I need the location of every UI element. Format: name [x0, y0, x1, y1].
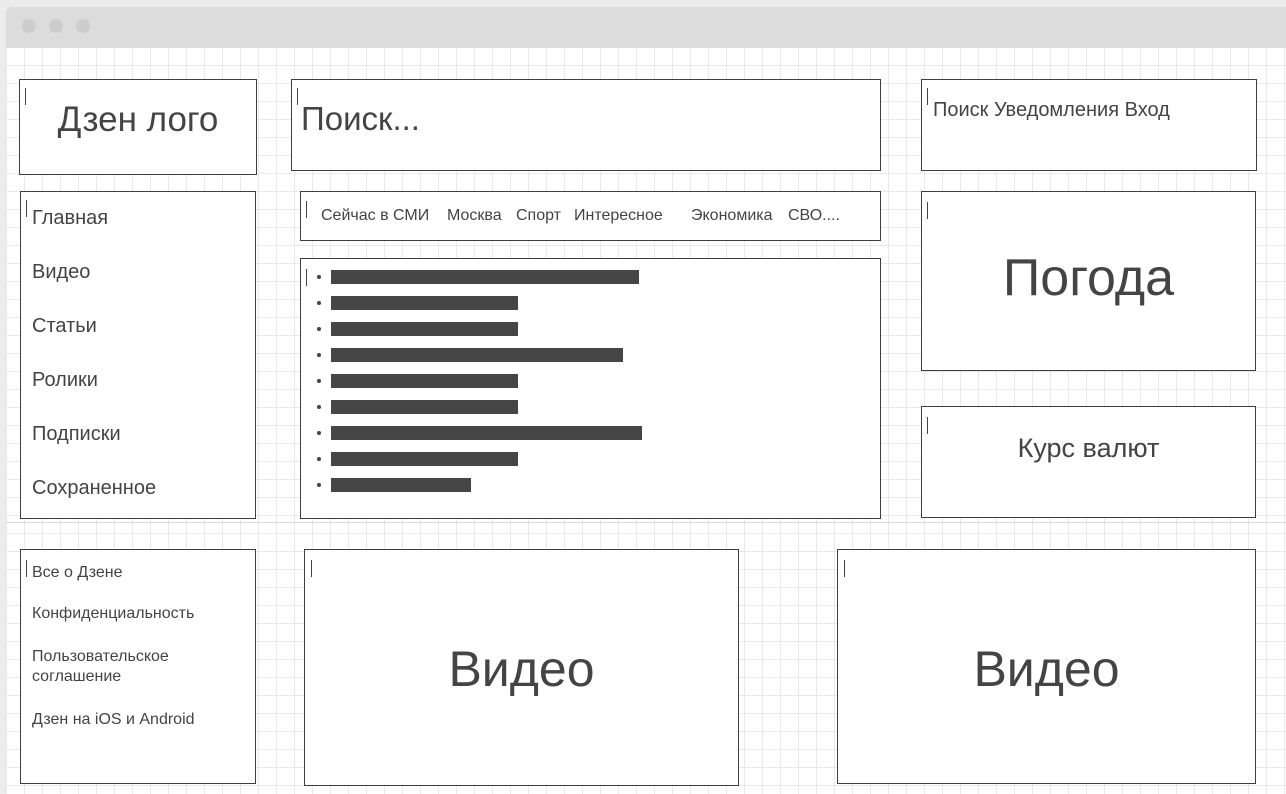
news-item-placeholder[interactable] [331, 452, 518, 466]
news-item-placeholder[interactable] [331, 296, 518, 310]
weather-widget[interactable]: Погода [921, 191, 1256, 371]
sidebar-item-video[interactable]: Видео [32, 261, 90, 284]
video-label: Видео [448, 641, 595, 697]
logo-text: Дзен лого [57, 100, 219, 139]
news-item-placeholder[interactable] [331, 322, 518, 336]
sidebar-item-saved[interactable]: Сохраненное [32, 477, 156, 500]
bullet-icon [317, 353, 321, 357]
weather-label: Погода [1002, 249, 1175, 307]
footer-links: Все о Дзене Конфиденциальность Пользоват… [20, 549, 256, 784]
sidebar-item-home[interactable]: Главная [32, 207, 108, 230]
tab-svo[interactable]: СВО.... [788, 207, 840, 225]
window-close-dot[interactable] [22, 19, 36, 33]
tab-economy[interactable]: Экономика [691, 207, 773, 225]
browser-window: Дзен лого Поиск... Поиск Уведомления Вхо… [6, 7, 1286, 794]
window-minimize-dot[interactable] [49, 19, 63, 33]
bullet-icon [317, 405, 321, 409]
news-item-placeholder[interactable] [331, 426, 642, 440]
video-label: Видео [973, 641, 1120, 697]
text-cursor-icon [927, 417, 928, 434]
tab-moscow[interactable]: Москва [447, 207, 502, 225]
video-card-2[interactable]: Видео [837, 549, 1256, 784]
window-titlebar [6, 7, 1286, 48]
news-item-placeholder[interactable] [331, 270, 639, 284]
bullet-icon [317, 275, 321, 279]
news-item-placeholder[interactable] [331, 478, 471, 492]
bullet-icon [317, 431, 321, 435]
bullet-icon [317, 301, 321, 305]
news-list [300, 258, 881, 519]
news-item-placeholder[interactable] [331, 374, 518, 388]
footer-link-terms[interactable]: Пользовательское соглашение [32, 647, 222, 687]
sidebar-item-articles[interactable]: Статьи [32, 315, 97, 338]
logo-box[interactable]: Дзен лого [19, 79, 257, 175]
text-cursor-icon [26, 560, 27, 577]
bullet-icon [317, 327, 321, 331]
text-cursor-icon [927, 88, 928, 105]
text-cursor-icon [297, 88, 298, 105]
text-cursor-icon [844, 560, 845, 577]
sidebar-item-clips[interactable]: Ролики [32, 369, 98, 392]
currency-label: Курс валют [1017, 433, 1160, 463]
category-tabs: Сейчас в СМИ Москва Спорт Интересное Эко… [300, 191, 881, 241]
header-actions-box[interactable]: Поиск Уведомления Вход [921, 79, 1257, 171]
sidebar-item-subscriptions[interactable]: Подписки [32, 423, 121, 446]
footer-link-apps[interactable]: Дзен на iOS и Android [32, 710, 195, 730]
tab-now-in-media[interactable]: Сейчас в СМИ [321, 207, 429, 225]
search-box[interactable]: Поиск... [291, 79, 881, 171]
bullet-icon [317, 483, 321, 487]
text-cursor-icon [306, 201, 307, 218]
search-input[interactable]: Поиск... [301, 100, 420, 138]
section-divider [6, 522, 1286, 523]
tab-interesting[interactable]: Интересное [574, 207, 663, 225]
tab-sport[interactable]: Спорт [516, 207, 561, 225]
news-item-placeholder[interactable] [331, 348, 623, 362]
footer-link-about[interactable]: Все о Дзене [32, 563, 123, 583]
bullet-icon [317, 457, 321, 461]
text-cursor-icon [927, 202, 928, 219]
bullet-icon [317, 379, 321, 383]
text-cursor-icon [26, 200, 27, 217]
sidebar-nav: Главная Видео Статьи Ролики Подписки Сох… [20, 191, 256, 519]
text-cursor-icon [311, 560, 312, 577]
footer-link-privacy[interactable]: Конфиденциальность [32, 604, 194, 624]
currency-widget[interactable]: Курс валют [921, 406, 1256, 518]
header-actions-text[interactable]: Поиск Уведомления Вход [933, 99, 1170, 122]
window-maximize-dot[interactable] [76, 19, 90, 33]
news-item-placeholder[interactable] [331, 400, 518, 414]
video-card-1[interactable]: Видео [304, 549, 739, 786]
text-cursor-icon [306, 269, 307, 286]
